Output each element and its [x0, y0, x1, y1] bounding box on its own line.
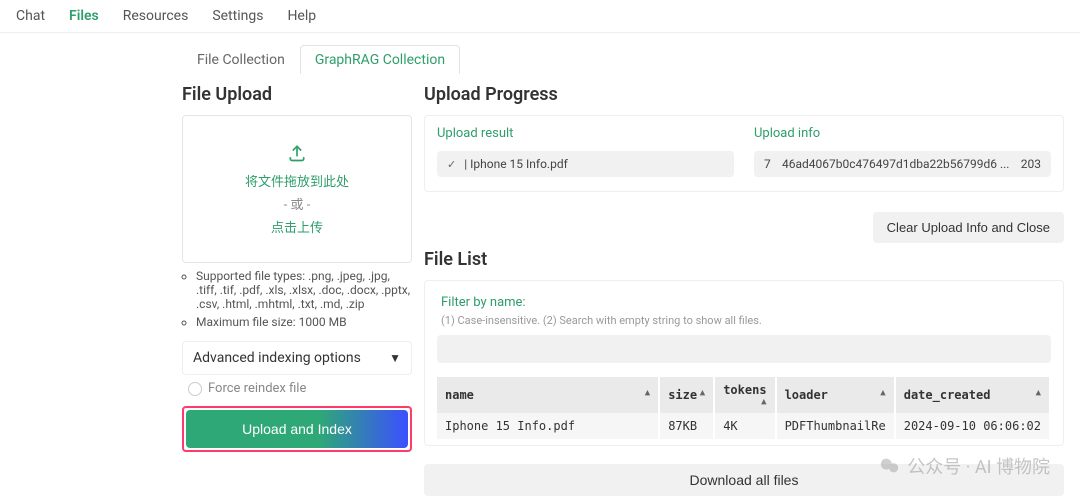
sort-icon: ▲: [761, 397, 766, 407]
upload-result-label: Upload result: [437, 126, 734, 141]
upload-info-hash: 46ad4067b0c476497d1dba22b56799d6 ...: [782, 157, 1013, 171]
force-reindex-row[interactable]: Force reindex file: [188, 381, 412, 396]
collection-tabs: File Collection GraphRAG Collection: [182, 45, 1080, 74]
drop-or: - 或 -: [284, 194, 311, 213]
tab-file-collection[interactable]: File Collection: [182, 45, 300, 74]
upload-progress-title: Upload Progress: [424, 84, 1064, 105]
top-nav: Chat Files Resources Settings Help: [0, 0, 1080, 33]
nav-resources[interactable]: Resources: [123, 8, 189, 24]
cell-size: 87KB: [659, 413, 714, 439]
nav-help[interactable]: Help: [287, 8, 316, 24]
hint-size: Maximum file size: 1000 MB: [196, 315, 412, 329]
th-size[interactable]: size▲: [659, 377, 714, 413]
table-header-row: name▲ size▲ tokens▲ loader▲ date_created…: [437, 377, 1050, 413]
table-row[interactable]: Iphone 15 Info.pdf 87KB 4K PDFThumbnailR…: [437, 413, 1050, 439]
th-tokens[interactable]: tokens▲: [714, 377, 775, 413]
upload-info-n2: 203: [1021, 157, 1041, 171]
upload-info-bar: 7 46ad4067b0c476497d1dba22b56799d6 ... 2…: [754, 151, 1051, 177]
upload-info-n1: 7: [764, 157, 774, 171]
sort-icon: ▲: [880, 388, 885, 398]
caret-down-icon: ▼: [389, 351, 401, 365]
force-reindex-checkbox[interactable]: [188, 382, 202, 396]
file-list-panel: Filter by name: (1) Case-insensitive. (2…: [424, 280, 1064, 446]
hint-types: Supported file types: .png, .jpeg, .jpg,…: [196, 269, 412, 311]
sort-icon: ▲: [700, 388, 705, 398]
upload-dropzone[interactable]: 将文件拖放到此处 - 或 - 点击上传: [182, 115, 412, 263]
sort-icon: ▲: [1036, 388, 1041, 398]
nav-settings[interactable]: Settings: [212, 8, 263, 24]
th-date[interactable]: date_created▲: [895, 377, 1050, 413]
nav-files[interactable]: Files: [69, 8, 99, 24]
advanced-label: Advanced indexing options: [193, 350, 361, 366]
upload-result-file: | Iphone 15 Info.pdf: [464, 157, 568, 171]
upload-and-index-button[interactable]: Upload and Index: [186, 410, 408, 448]
upload-info-label: Upload info: [754, 126, 1051, 141]
cell-tokens: 4K: [714, 413, 775, 439]
upload-button-highlight: Upload and Index: [182, 406, 412, 452]
advanced-indexing-toggle[interactable]: Advanced indexing options ▼: [182, 341, 412, 375]
tab-graphrag-collection[interactable]: GraphRAG Collection: [300, 45, 460, 74]
clear-upload-info-button[interactable]: Clear Upload Info and Close: [873, 212, 1064, 243]
filter-label: Filter by name:: [441, 295, 1051, 310]
cell-name: Iphone 15 Info.pdf: [437, 413, 659, 439]
file-table: name▲ size▲ tokens▲ loader▲ date_created…: [437, 377, 1051, 439]
check-icon: ✓: [447, 158, 456, 171]
file-upload-title: File Upload: [182, 84, 412, 105]
download-all-button[interactable]: Download all files: [424, 464, 1064, 496]
th-name[interactable]: name▲: [437, 377, 659, 413]
file-list-title: File List: [424, 249, 1064, 270]
upload-icon: [287, 143, 307, 167]
sort-icon: ▲: [645, 388, 650, 398]
force-reindex-label: Force reindex file: [208, 381, 306, 396]
nav-chat[interactable]: Chat: [16, 8, 45, 24]
cell-loader: PDFThumbnailRe: [776, 413, 895, 439]
upload-progress-panel: Upload result ✓ | Iphone 15 Info.pdf Upl…: [424, 115, 1064, 192]
drop-text-2: 点击上传: [271, 217, 323, 236]
upload-hints: Supported file types: .png, .jpeg, .jpg,…: [182, 269, 412, 329]
cell-date: 2024-09-10 06:06:02: [895, 413, 1050, 439]
th-loader[interactable]: loader▲: [776, 377, 895, 413]
filter-hint: (1) Case-insensitive. (2) Search with em…: [441, 314, 1051, 327]
upload-result-bar: ✓ | Iphone 15 Info.pdf: [437, 151, 734, 177]
drop-text-1: 将文件拖放到此处: [245, 171, 349, 190]
filter-input[interactable]: [437, 335, 1051, 363]
